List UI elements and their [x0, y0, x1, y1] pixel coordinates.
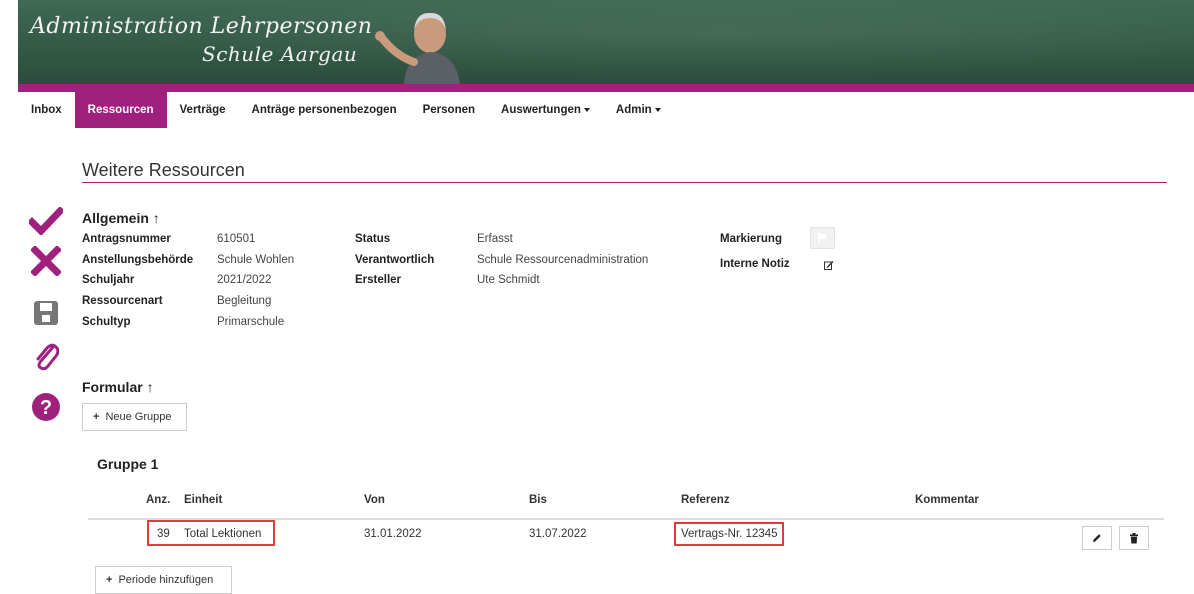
plus-icon: +: [106, 574, 113, 586]
section-formular[interactable]: Formular ↑: [82, 379, 154, 395]
value-ersteller: Ute Schmidt: [477, 274, 540, 286]
nav-auswertungen[interactable]: Auswertungen: [488, 92, 603, 128]
nav-inbox[interactable]: Inbox: [18, 92, 75, 128]
teacher-illustration: [375, 12, 460, 84]
close-icon[interactable]: [28, 244, 64, 278]
label-ressourcenart: Ressourcenart: [82, 295, 163, 307]
main-nav: Inbox Ressourcen Verträge Anträge person…: [18, 92, 674, 128]
value-antragsnummer: 610501: [217, 233, 256, 245]
periode-hinzufuegen-label: Periode hinzufügen: [118, 574, 214, 586]
label-antragsnummer: Antragsnummer: [82, 233, 171, 245]
nav-admin-label: Admin: [615, 104, 652, 116]
label-schuljahr: Schuljahr: [82, 274, 135, 286]
neue-gruppe-label: Neue Gruppe: [105, 411, 172, 423]
label-schultyp: Schultyp: [82, 316, 131, 328]
flag-icon: [817, 232, 827, 244]
delete-row-button[interactable]: [1119, 526, 1149, 550]
label-status: Status: [355, 233, 391, 245]
cell-einheit: Total Lektionen: [184, 528, 262, 540]
caret-down-icon: [654, 107, 661, 112]
value-ressourcenart: Begleitung: [217, 295, 272, 307]
markierung-flag-button[interactable]: [810, 227, 835, 249]
cell-bis: 31.07.2022: [529, 528, 587, 540]
value-anstellungsbehoerde: Schule Wohlen: [217, 254, 295, 266]
value-schuljahr: 2021/2022: [217, 274, 272, 286]
label-verantwortlich: Verantwortlich: [355, 254, 435, 266]
value-verantwortlich: Schule Ressourcenadministration: [477, 254, 649, 266]
nav-ressourcen[interactable]: Ressourcen: [74, 92, 167, 128]
edit-row-button[interactable]: [1082, 526, 1112, 550]
value-schultyp: Primarschule: [217, 316, 285, 328]
edit-note-icon[interactable]: [824, 260, 834, 270]
col-anz: Anz.: [146, 494, 171, 506]
header-accent-bar: [18, 84, 1194, 92]
col-einheit: Einheit: [184, 494, 223, 506]
col-referenz: Referenz: [681, 494, 730, 506]
app-title-line2: Schule Aargau: [202, 42, 358, 66]
header-banner: Administration Lehrpersonen Schule Aarga…: [18, 0, 1194, 84]
caret-down-icon: [583, 107, 590, 112]
nav-antraege-personenbezogen[interactable]: Anträge personenbezogen: [239, 92, 410, 128]
help-icon[interactable]: ?: [28, 390, 64, 424]
plus-icon: +: [93, 411, 100, 423]
cell-referenz: Vertrags-Nr. 12345: [681, 528, 778, 540]
cell-anz: 39: [157, 528, 170, 540]
group-title: Gruppe 1: [97, 456, 159, 472]
section-allgemein[interactable]: Allgemein ↑: [82, 210, 160, 226]
nav-admin[interactable]: Admin: [603, 92, 674, 128]
nav-auswertungen-label: Auswertungen: [501, 104, 581, 116]
section-allgemein-title: Allgemein: [82, 210, 149, 226]
app-title-line1: Administration Lehrpersonen: [30, 14, 373, 39]
value-status: Erfasst: [477, 233, 513, 245]
arrow-up-icon: ↑: [146, 379, 154, 395]
chalkboard-texture: [18, 0, 1194, 84]
nav-vertraege[interactable]: Verträge: [167, 92, 239, 128]
label-interne-notiz: Interne Notiz: [720, 258, 790, 270]
arrow-up-icon: ↑: [152, 210, 160, 226]
check-icon[interactable]: [28, 204, 64, 238]
page-title: Weitere Ressourcen: [82, 160, 245, 180]
label-markierung: Markierung: [720, 233, 782, 245]
label-ersteller: Ersteller: [355, 274, 402, 286]
col-von: Von: [364, 494, 385, 506]
col-kommentar: Kommentar: [915, 494, 979, 506]
col-bis: Bis: [529, 494, 547, 506]
nav-personen[interactable]: Personen: [410, 92, 488, 128]
svg-text:?: ?: [40, 397, 52, 419]
label-anstellungsbehoerde: Anstellungsbehörde: [82, 254, 194, 266]
trash-icon: [1130, 532, 1138, 543]
section-formular-title: Formular: [82, 379, 143, 395]
pencil-icon: [1093, 534, 1101, 542]
title-divider: [82, 182, 1167, 183]
neue-gruppe-button[interactable]: + Neue Gruppe: [82, 403, 187, 431]
cell-von: 31.01.2022: [364, 528, 422, 540]
save-icon[interactable]: [28, 296, 64, 330]
paperclip-icon[interactable]: [28, 338, 64, 372]
